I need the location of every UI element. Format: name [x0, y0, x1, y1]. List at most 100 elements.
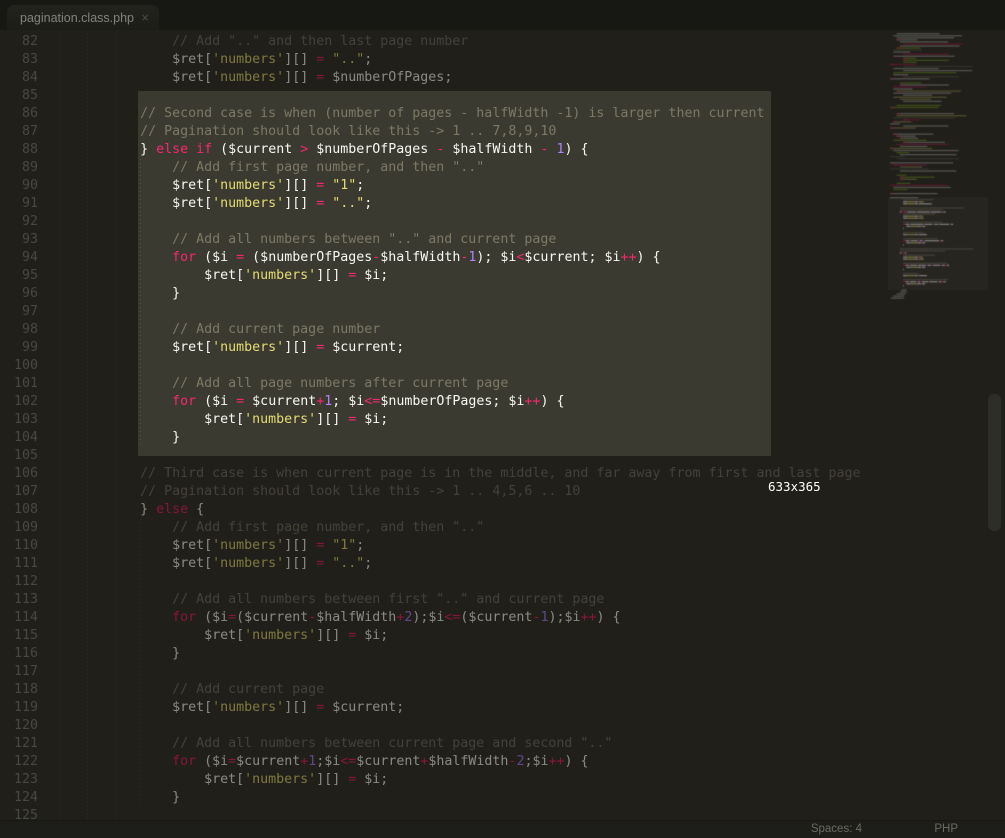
code-line[interactable]: 105 — [0, 447, 1005, 465]
tab-bar: pagination.class.php × — [0, 0, 1005, 30]
code-line[interactable]: 84 $ret['numbers'][] = $numberOfPages; — [0, 69, 1005, 87]
code-line[interactable]: 97 — [0, 303, 1005, 321]
code-line[interactable]: 108 } else { — [0, 501, 1005, 519]
code-line[interactable]: 102 for ($i = $current+1; $i<=$numberOfP… — [0, 393, 1005, 411]
status-syntax-language[interactable]: PHP — [934, 823, 958, 835]
line-number: 105 — [0, 447, 38, 465]
line-number: 98 — [0, 321, 38, 339]
code-line[interactable]: 106 // Third case is when current page i… — [0, 465, 1005, 483]
line-number: 110 — [0, 537, 38, 555]
code-line[interactable]: 119 $ret['numbers'][] = $current; — [0, 699, 1005, 717]
scrollbar-thumb[interactable] — [988, 394, 1001, 531]
code-line[interactable]: 118 // Add current page — [0, 681, 1005, 699]
sublime-text-window: pagination.class.php × 82 // Add ".." an… — [0, 0, 1005, 838]
line-number: 108 — [0, 501, 38, 519]
line-number: 87 — [0, 123, 38, 141]
code-line[interactable]: 110 $ret['numbers'][] = "1"; — [0, 537, 1005, 555]
line-number: 124 — [0, 789, 38, 807]
code-line[interactable]: 83 $ret['numbers'][] = ".."; — [0, 51, 1005, 69]
code-line[interactable]: 90 $ret['numbers'][] = "1"; — [0, 177, 1005, 195]
code-line[interactable]: 125 — [0, 807, 1005, 820]
code-line[interactable]: 99 $ret['numbers'][] = $current; — [0, 339, 1005, 357]
line-number: 100 — [0, 357, 38, 375]
line-number: 121 — [0, 735, 38, 753]
line-number: 95 — [0, 267, 38, 285]
code-line[interactable]: 111 $ret['numbers'][] = ".."; — [0, 555, 1005, 573]
selection-size-label: 633x365 — [768, 479, 821, 494]
tab-pagination-class-php[interactable]: pagination.class.php × — [7, 5, 159, 30]
code-editor[interactable]: 82 // Add ".." and then last page number… — [0, 30, 1005, 820]
line-number: 113 — [0, 591, 38, 609]
code-line[interactable]: 123 $ret['numbers'][] = $i; — [0, 771, 1005, 789]
code-line[interactable]: 116 } — [0, 645, 1005, 663]
line-number: 94 — [0, 249, 38, 267]
code-line[interactable]: 114 for ($i=($current-$halfWidth+2);$i<=… — [0, 609, 1005, 627]
code-line[interactable]: 113 // Add all numbers between first "..… — [0, 591, 1005, 609]
code-line[interactable]: 91 $ret['numbers'][] = ".."; — [0, 195, 1005, 213]
line-number: 101 — [0, 375, 38, 393]
line-number: 103 — [0, 411, 38, 429]
line-number: 82 — [0, 33, 38, 51]
code-line[interactable]: 95 $ret['numbers'][] = $i; — [0, 267, 1005, 285]
code-line[interactable]: 94 for ($i = ($numberOfPages-$halfWidth-… — [0, 249, 1005, 267]
line-number: 99 — [0, 339, 38, 357]
line-number: 123 — [0, 771, 38, 789]
code-line[interactable]: 85 — [0, 87, 1005, 105]
line-number: 112 — [0, 573, 38, 591]
code-line[interactable]: 88 } else if ($current > $numberOfPages … — [0, 141, 1005, 159]
code-line[interactable]: 120 — [0, 717, 1005, 735]
code-line[interactable]: 100 — [0, 357, 1005, 375]
code-line[interactable]: 112 — [0, 573, 1005, 591]
code-line[interactable]: 89 // Add first page number, and then ".… — [0, 159, 1005, 177]
code-line[interactable]: 109 // Add first page number, and then "… — [0, 519, 1005, 537]
line-number: 93 — [0, 231, 38, 249]
line-number: 92 — [0, 213, 38, 231]
code-line[interactable]: 103 $ret['numbers'][] = $i; — [0, 411, 1005, 429]
line-number: 104 — [0, 429, 38, 447]
code-line[interactable]: 124 } — [0, 789, 1005, 807]
line-number: 125 — [0, 807, 38, 820]
tab-title: pagination.class.php — [20, 11, 135, 25]
line-number: 83 — [0, 51, 38, 69]
code-line[interactable]: 122 for ($i=$current+1;$i<=$current+$hal… — [0, 753, 1005, 771]
line-number: 115 — [0, 627, 38, 645]
status-bar: Spaces: 4 PHP — [0, 820, 1005, 838]
line-number: 89 — [0, 159, 38, 177]
code-line[interactable]: 98 // Add current page number — [0, 321, 1005, 339]
line-number: 122 — [0, 753, 38, 771]
minimap[interactable] — [888, 31, 988, 311]
line-number: 84 — [0, 69, 38, 87]
code-line[interactable]: 104 } — [0, 429, 1005, 447]
code-line[interactable]: 121 // Add all numbers between current p… — [0, 735, 1005, 753]
line-number: 116 — [0, 645, 38, 663]
tab-close-icon[interactable]: × — [141, 10, 149, 25]
code-line[interactable]: 115 $ret['numbers'][] = $i; — [0, 627, 1005, 645]
line-number: 86 — [0, 105, 38, 123]
line-number: 97 — [0, 303, 38, 321]
line-number: 90 — [0, 177, 38, 195]
code-line[interactable]: 101 // Add all page numbers after curren… — [0, 375, 1005, 393]
code-line[interactable]: 96 } — [0, 285, 1005, 303]
line-number: 120 — [0, 717, 38, 735]
line-number: 109 — [0, 519, 38, 537]
code-line[interactable]: 86 // Second case is when (number of pag… — [0, 105, 1005, 123]
status-indent-setting[interactable]: Spaces: 4 — [811, 823, 862, 835]
line-number: 102 — [0, 393, 38, 411]
code-line[interactable]: 87 // Pagination should look like this -… — [0, 123, 1005, 141]
line-number: 118 — [0, 681, 38, 699]
line-number: 107 — [0, 483, 38, 501]
line-number: 119 — [0, 699, 38, 717]
code-line[interactable]: 92 — [0, 213, 1005, 231]
code-lines: 82 // Add ".." and then last page number… — [0, 33, 1005, 820]
line-number: 96 — [0, 285, 38, 303]
line-number: 111 — [0, 555, 38, 573]
code-line[interactable]: 82 // Add ".." and then last page number — [0, 33, 1005, 51]
line-number: 88 — [0, 141, 38, 159]
line-number: 85 — [0, 87, 38, 105]
code-line[interactable]: 107 // Pagination should look like this … — [0, 483, 1005, 501]
line-number: 114 — [0, 609, 38, 627]
code-line[interactable]: 117 — [0, 663, 1005, 681]
code-line[interactable]: 93 // Add all numbers between ".." and c… — [0, 231, 1005, 249]
line-number: 91 — [0, 195, 38, 213]
line-number: 106 — [0, 465, 38, 483]
